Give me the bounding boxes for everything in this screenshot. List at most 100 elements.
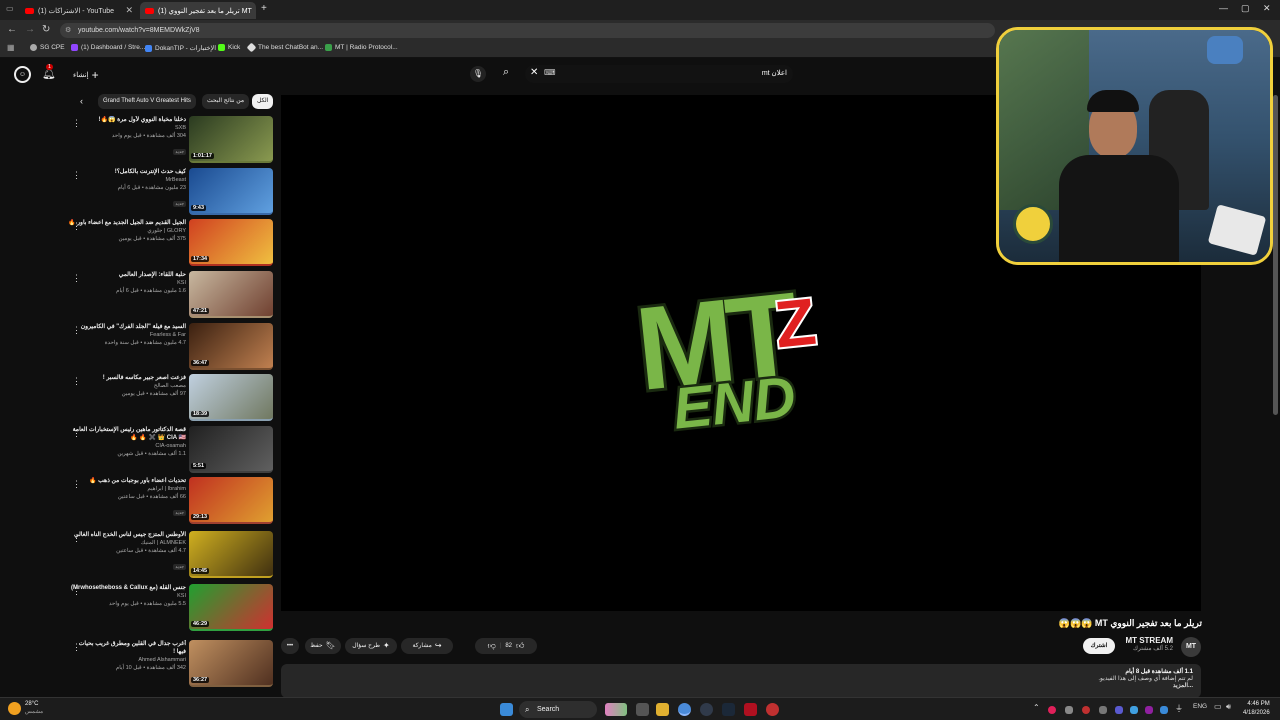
video-thumbnail[interactable]: 47:21 (189, 271, 273, 318)
chip-from-search[interactable]: من نتائج البحث (202, 94, 250, 109)
tray-app-icon[interactable] (1130, 706, 1138, 714)
video-title[interactable]: الجيل القديم ضد الجيل الجديد مع اعضاء با… (68, 219, 186, 227)
apps-grid-icon[interactable]: ▦ (7, 43, 15, 52)
search-button[interactable]: ⌕ (503, 66, 509, 79)
video-title[interactable]: تحديات اعضاء باور بوجبات من ذهب 🔥 (68, 477, 186, 485)
video-thumbnail[interactable]: 18:39 (189, 374, 273, 421)
app-icon[interactable] (700, 703, 713, 716)
video-thumbnail[interactable]: 17:34 (189, 219, 273, 266)
tray-app-icon[interactable] (1145, 706, 1153, 714)
list-item[interactable]: ⋮ حلبة اللقاء: الإصدار العالمي KSI 1.6 م… (60, 271, 274, 321)
voice-search-icon[interactable]: 🎙︎ (470, 66, 486, 82)
video-title[interactable]: دخلنا مخبأة النووي لأول مرة 😱🔥! (68, 116, 187, 124)
video-title[interactable]: قصة الدكتاتور ماهين رئيس الإستخبارات الع… (68, 426, 186, 442)
start-windows-icon[interactable] (500, 703, 513, 716)
minimize-button[interactable]: — (1219, 3, 1228, 13)
keyboard-icon[interactable]: ⌨ (544, 68, 556, 77)
tray-app-icon[interactable] (1160, 706, 1168, 714)
channel-name[interactable]: ALMNEEK | المنيك (68, 539, 186, 547)
clear-search-icon[interactable]: ✕ (530, 67, 538, 78)
language-indicator[interactable]: ENG (1193, 703, 1207, 710)
list-item[interactable]: ⋮ كيف حدث الإنترنت بالكامل؟! MrBeast 23 … (60, 168, 274, 218)
weather-widget[interactable]: 28°C مشمس (8, 700, 43, 716)
channel-name[interactable]: MrBeast (68, 176, 186, 184)
tab-actions-icon[interactable]: ▭ (6, 4, 14, 13)
task-view-icon[interactable] (636, 703, 649, 716)
tray-app-icon[interactable] (1082, 706, 1090, 714)
channel-name[interactable]: MT STREAM (1125, 636, 1173, 645)
channel-name[interactable]: Fearless & Far (68, 331, 186, 339)
chip-gta[interactable]: Grand Theft Auto V Greatest Hits (98, 94, 196, 109)
list-item[interactable]: ⋮ أغرب جدال في القلين ومطرق غريب بحيات ف… (60, 640, 274, 690)
list-item[interactable]: ⋮ تحديات اعضاء باور بوجبات من ذهب 🔥 Ibra… (60, 477, 274, 527)
account-avatar-icon[interactable]: ☺ (14, 66, 31, 83)
list-item[interactable]: ⋮ الجيل القديم ضد الجيل الجديد مع اعضاء … (60, 219, 274, 269)
adobe-icon[interactable] (744, 703, 757, 716)
channel-name[interactable]: Ibrahim | ابراهيم (68, 485, 186, 493)
channel-name[interactable]: مصعب الصالح (68, 382, 186, 390)
steam-icon[interactable] (722, 703, 735, 716)
close-window-button[interactable]: ✕ (1263, 3, 1271, 14)
page-scrollbar[interactable] (1273, 95, 1278, 415)
tab-current-video[interactable]: (1) تريلر ما بعد تفجير النووي MT ✕ (140, 2, 256, 19)
notifications-bell-icon[interactable]: 🔔︎ 1 (42, 64, 56, 80)
list-item[interactable]: ⋮ السيد مع فيلة "الجلد الفرك" في الكامير… (60, 323, 274, 373)
list-item[interactable]: ⋮ فزعت اصعر جبير مكاسه فالسبر ! مصعب الص… (60, 374, 274, 424)
video-title[interactable]: الأوطس المتزج جيس لناس الخدج الناه الغال… (68, 531, 186, 539)
video-thumbnail[interactable]: 36:47 (189, 323, 273, 370)
like-icon[interactable]: 👍︎ (516, 638, 524, 654)
back-button[interactable]: ← (7, 24, 17, 35)
video-thumbnail[interactable]: 29:13 (189, 477, 273, 524)
more-actions-button[interactable]: ••• (281, 638, 299, 654)
bookmark-item[interactable]: SG CPE (30, 44, 65, 51)
video-title[interactable]: أغرب جدال في القلين ومطرق غريب بحيات فيه… (68, 640, 186, 656)
tab-subscriptions[interactable]: (1) الاشتراكات - YouTube ✕ (20, 2, 138, 19)
tray-app-icon[interactable] (1048, 706, 1056, 714)
close-tab-icon[interactable]: ✕ (125, 5, 133, 16)
video-title[interactable]: جنس القلة (مع Mrwhosetheboss & Callux) (68, 584, 186, 592)
list-item[interactable]: ⋮ دخلنا مخبأة النووي لأول مرة 😱🔥! SXB 30… (60, 116, 274, 166)
subscribe-button[interactable]: اشترك (1083, 638, 1115, 654)
video-thumbnail[interactable]: 14:45 (189, 531, 273, 578)
share-button[interactable]: مشاركة ↪ (401, 638, 453, 654)
file-explorer-icon[interactable] (656, 703, 669, 716)
show-more-link[interactable]: ...المزيد (289, 682, 1193, 689)
channel-name[interactable]: SXB (68, 124, 186, 132)
clock[interactable]: 4:46 PM 4/18/2026 (1243, 700, 1270, 718)
video-thumbnail[interactable]: 9:43 (189, 168, 273, 215)
forward-button[interactable]: → (25, 24, 35, 35)
volume-icon[interactable]: 🔊︎ (1226, 702, 1231, 712)
bookmark-item[interactable]: MT | Radio Protocol... (325, 44, 398, 51)
new-tab-button[interactable]: + (261, 3, 267, 14)
video-thumbnail[interactable]: 5:51 (189, 426, 273, 473)
ask-button[interactable]: طرح سؤال ✦ (345, 638, 397, 654)
tray-app-icon[interactable] (1065, 706, 1073, 714)
channel-name[interactable]: KSI (68, 592, 186, 600)
bookmark-item[interactable]: DokanTIP - الإختبارات (145, 44, 216, 52)
video-thumbnail[interactable]: 36:27 (189, 640, 273, 687)
taskbar-search[interactable]: ⌕ Search (519, 701, 597, 718)
channel-name[interactable]: GLORY | جلوري (68, 227, 186, 235)
description-box[interactable]: 1.1 ألف مشاهدة قبل 8 أيام لم تتم إضافة أ… (281, 664, 1201, 698)
dislike-icon[interactable]: 👎︎ (488, 638, 496, 654)
obs-icon[interactable] (766, 703, 779, 716)
video-thumbnail[interactable]: 46:29 (189, 584, 273, 631)
bookmark-item[interactable]: (1) Dashboard / Stre... (71, 44, 145, 51)
widgets-icon[interactable] (605, 703, 627, 716)
chrome-icon[interactable] (678, 703, 691, 716)
list-item[interactable]: ⋮ الأوطس المتزج جيس لناس الخدج الناه الغ… (60, 531, 274, 581)
video-title[interactable]: فزعت اصعر جبير مكاسه فالسبر ! (68, 374, 186, 382)
video-title[interactable]: السيد مع فيلة "الجلد الفرك" في الكاميرون (68, 323, 186, 331)
create-button[interactable]: إنشاء + (73, 68, 99, 82)
video-thumbnail[interactable]: 1:01:17 (189, 116, 273, 163)
tray-chevron-icon[interactable]: ⌃ (1033, 703, 1040, 712)
maximize-button[interactable]: ▢ (1241, 3, 1250, 14)
channel-avatar[interactable]: MT (1181, 637, 1201, 657)
channel-name[interactable]: CIA-osamah (68, 442, 186, 450)
channel-name[interactable]: KSI (68, 279, 186, 287)
tray-app-icon[interactable] (1115, 706, 1123, 714)
network-icon[interactable]: ▭ (1214, 702, 1222, 711)
video-title[interactable]: كيف حدث الإنترنت بالكامل؟! (68, 168, 186, 176)
chevron-left-icon[interactable]: ‹ (80, 96, 83, 106)
site-info-icon[interactable]: ⚙ (65, 23, 71, 38)
